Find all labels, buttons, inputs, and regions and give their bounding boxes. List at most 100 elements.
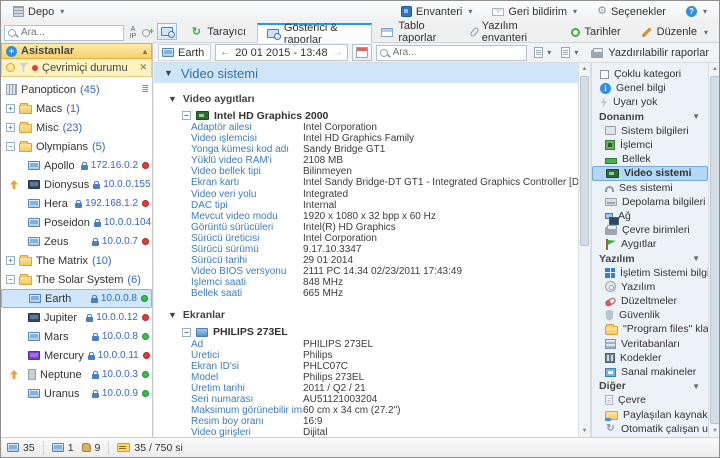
report-scrollbar[interactable]: ▲ ▼ [578, 63, 591, 437]
category-otomatik-al-an-uygulam[interactable]: ↻Otomatik çalışan uygulam... [592, 422, 708, 436]
detail-row: Mevcut video modu1920 x 1080 x 32 bpp x … [154, 211, 578, 222]
device-philips-273el[interactable]: −PHILIPS 273EL [154, 326, 578, 339]
sort-icon[interactable]: AIP [127, 26, 139, 40]
category-yaz-l-m[interactable]: Yazılım [592, 280, 708, 294]
section-video-ayg-tlar[interactable]: ▼Video aygıtları [154, 92, 578, 105]
copy-report-button[interactable]: ▾ [531, 44, 554, 61]
prev-snapshot-arrow[interactable]: ← [220, 48, 230, 58]
multi-category-toggle[interactable]: Çoklu kategori [592, 67, 708, 81]
category-sanal-makineler[interactable]: Sanal makineler [592, 365, 708, 379]
tab-taray-c[interactable]: ↻Tarayıcı [181, 22, 257, 42]
scroll-up-icon[interactable]: ▲ [709, 63, 720, 75]
viewer-mode-button[interactable] [157, 23, 177, 40]
collapse-box-icon[interactable]: − [6, 275, 15, 284]
collapse-icon[interactable]: ▴ [143, 47, 147, 56]
tree-group-the-solar-system[interactable]: −The Solar System(6) [1, 270, 152, 289]
add-scan-icon[interactable] [142, 29, 150, 37]
category-general-info[interactable]: i Genel bilgi [592, 81, 708, 95]
collapse-box-icon[interactable]: − [6, 142, 15, 151]
tree-node-uranus[interactable]: Uranus10.0.0.9 [1, 384, 152, 403]
category-d-zeltmeler[interactable]: Düzeltmeler [592, 294, 708, 308]
assistant-online-status[interactable]: Çevrimiçi durumu ✕ [1, 59, 152, 77]
scroll-up-icon[interactable]: ▲ [579, 63, 590, 75]
device-intel-hd-graphics-2000[interactable]: −Intel HD Graphics 2000 [154, 109, 578, 122]
tab-tarihler[interactable]: Tarihler [562, 22, 632, 42]
tree-node-earth[interactable]: Earth10.0.0.8 [1, 289, 152, 308]
expand-box-icon[interactable]: + [6, 123, 15, 132]
report-search-input[interactable] [391, 46, 524, 59]
tree-node-apollo[interactable]: Apollo172.16.0.2 [1, 156, 152, 175]
close-icon[interactable]: ✕ [139, 62, 147, 73]
tree-group-the-matrix[interactable]: +The Matrix(10) [1, 251, 152, 270]
category-group-yaz-l-m[interactable]: Yazılım▼ [592, 251, 708, 265]
tree-group-misc[interactable]: +Misc(23) [1, 118, 152, 137]
tab-g-sterici-raporlar[interactable]: Gösterici & raporlar [257, 23, 372, 43]
category-ses-sistemi[interactable]: Ses sistemi [592, 181, 708, 195]
category-group-donan-m[interactable]: Donanım▼ [592, 110, 708, 124]
scroll-thumb[interactable] [580, 76, 589, 246]
scroll-thumb[interactable] [710, 76, 720, 424]
tree-search-input[interactable] [19, 26, 120, 39]
category-i-lemci[interactable]: İşlemci [592, 138, 708, 152]
expand-box-icon[interactable]: + [6, 104, 15, 113]
category-ayg-tlar[interactable]: Aygıtlar [592, 237, 708, 251]
device-ip-group: 10.0.0.104 [94, 217, 151, 228]
section-ekranlar[interactable]: ▼Ekranlar [154, 309, 578, 322]
category-veritabanlar[interactable]: Veritabanları [592, 337, 708, 351]
expand-box-icon[interactable]: + [6, 256, 15, 265]
add-assistant-icon[interactable]: + [6, 46, 17, 57]
menu-se-enekler[interactable]: ⚙Seçenekler [593, 4, 670, 20]
current-device-chip[interactable]: Earth [158, 44, 211, 61]
tab-tablo-raporlar[interactable]: Tablo raporlar [372, 22, 462, 42]
menu-geri-bildirim[interactable]: Geri bildirim▾ [488, 4, 581, 20]
next-snapshot-arrow[interactable]: → [333, 48, 343, 58]
category-evre[interactable]: Çevre [592, 393, 708, 407]
tab-d-zenle[interactable]: Düzenle▾ [632, 22, 719, 42]
category-program-files-klas-r[interactable]: "Program files" klasörü [592, 322, 708, 336]
tree-node-hera[interactable]: Hera192.168.1.2 [1, 194, 152, 213]
tab-yaz-l-m-envanteri[interactable]: Yazılım envanteri [463, 22, 562, 42]
tree-group-macs[interactable]: +Macs(1) [1, 99, 152, 118]
category-scrollbar[interactable]: ▲ ▼ [708, 63, 720, 437]
category-a[interactable]: Ağ [592, 209, 708, 223]
scroll-down-icon[interactable]: ▼ [709, 425, 720, 437]
lock-icon [92, 374, 99, 379]
category-evre-birimleri[interactable]: Çevre birimleri [592, 223, 708, 237]
device-ip: 10.0.0.8 [101, 293, 137, 304]
assistants-header[interactable]: + Asistanlar ▴ [1, 43, 152, 59]
printable-reports-button[interactable]: Yazdırılabilir raporlar [585, 44, 715, 61]
tree-node-poseidon[interactable]: Poseidon10.0.0.104 [1, 213, 152, 232]
category-i-letim-sistemi-bilgisi[interactable]: İşletim Sistemi bilgisi [592, 266, 708, 280]
depo-menu[interactable]: Depo ▾ [9, 4, 68, 20]
report-search-box[interactable] [376, 45, 528, 61]
collapse-box-icon[interactable]: − [182, 328, 191, 337]
tree-node-mercury[interactable]: Mercury10.0.0.11 [1, 346, 152, 365]
checkbox-icon[interactable] [600, 70, 609, 79]
tree-node-jupiter[interactable]: Jupiter10.0.0.12 [1, 308, 152, 327]
category-video-sistemi[interactable]: Video sistemi [592, 166, 708, 180]
tree-node-mars[interactable]: Mars10.0.0.8 [1, 327, 152, 346]
category-payla-lan-kaynaklar[interactable]: Paylaşılan kaynaklar [592, 408, 708, 422]
tree-node-neptune[interactable]: Neptune10.0.0.3 [1, 365, 152, 384]
menu-envanteri[interactable]: Envanteri▾ [397, 4, 477, 20]
report-title-bar[interactable]: ▼ Video sistemi [154, 63, 578, 83]
category-depolama-bilgileri[interactable]: Depolama bilgileri [592, 195, 708, 209]
category-group-di-er[interactable]: Diğer▼ [592, 379, 708, 393]
export-report-button[interactable]: ▾ [558, 44, 581, 61]
tree-search-box[interactable] [4, 25, 124, 41]
category-g-venlik[interactable]: Güvenlik [592, 308, 708, 322]
tree-group-olympians[interactable]: −Olympians(5) [1, 137, 152, 156]
tree-options-icon[interactable]: ≣ [141, 84, 149, 95]
red-status-dot [142, 314, 149, 321]
tree-node-zeus[interactable]: Zeus10.0.0.7 [1, 232, 152, 251]
menu-help[interactable]: ?▾ [682, 4, 711, 19]
calendar-button[interactable] [352, 44, 372, 61]
category-sistem-bilgileri[interactable]: Sistem bilgileri [592, 124, 708, 138]
collapse-box-icon[interactable]: − [182, 111, 191, 120]
category-kodekler[interactable]: Kodekler [592, 351, 708, 365]
category-bellek[interactable]: Bellek [592, 152, 708, 166]
category-no-alert[interactable]: Uyarı yok [592, 95, 708, 109]
tree-root-panopticon[interactable]: Panopticon (45) ≣ [1, 80, 152, 99]
tree-node-dionysus[interactable]: Dionysus10.0.0.155 [1, 175, 152, 194]
scroll-down-icon[interactable]: ▼ [579, 425, 590, 437]
